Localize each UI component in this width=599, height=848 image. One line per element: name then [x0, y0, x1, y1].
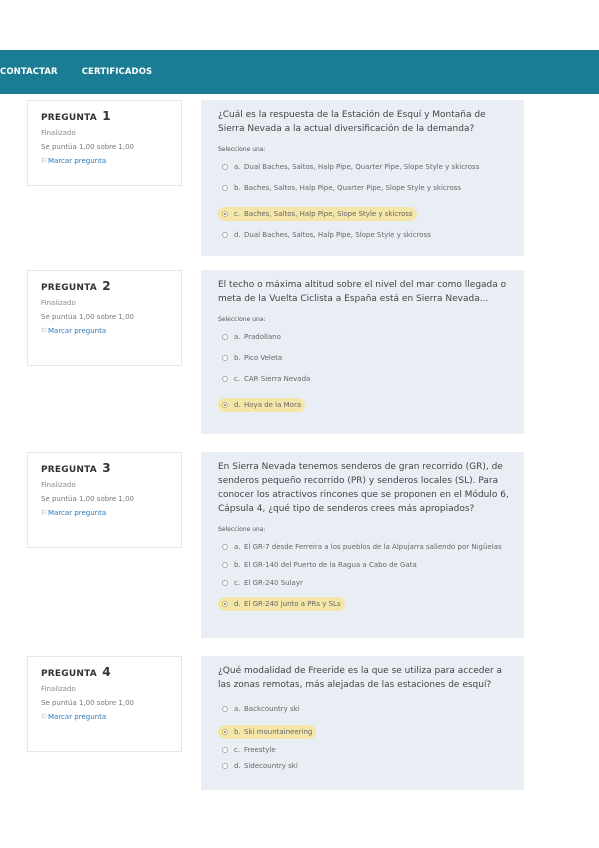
question-grade: Se puntúa 1,00 sobre 1,00 — [41, 143, 135, 151]
question-text: ¿Cuál es la respuesta de la Estación de … — [218, 110, 486, 134]
nav-certificates-link[interactable]: CERTIFICADOS — [82, 67, 153, 77]
radio-button[interactable] — [222, 232, 228, 238]
nav-contact-link[interactable]: CONTACTAR — [0, 67, 58, 77]
answer-option-d-selected[interactable]: d. Hoya de la Mora — [218, 398, 306, 412]
flag-question-link[interactable]: ⚐Marcar pregunta — [41, 157, 171, 165]
flag-icon: ⚐ — [41, 509, 48, 517]
answer-option-b[interactable]: b. El GR-140 del Puerto de la Ragua a Cab… — [218, 558, 510, 572]
question-grade: Se puntúa 1,00 sobre 1,00 — [41, 699, 135, 707]
flag-question-link[interactable]: ⚐Marcar pregunta — [41, 713, 171, 721]
question-info-3: PREGUNTA 3 Finalizado Se puntúa 1,00 sob… — [27, 452, 182, 548]
flag-question-link[interactable]: ⚐Marcar pregunta — [41, 509, 171, 517]
question-info-2: PREGUNTA 2 Finalizado Se puntúa 1,00 sob… — [27, 270, 182, 366]
radio-button[interactable] — [222, 185, 228, 191]
question-state: Finalizado — [41, 129, 76, 137]
question-title: PREGUNTA 4 — [41, 665, 111, 679]
question-title: PREGUNTA 3 — [41, 461, 111, 475]
answer-option-c[interactable]: c. El GR-240 Sulayr — [218, 576, 510, 590]
question-title: PREGUNTA 2 — [41, 279, 111, 293]
question-text: El techo o máxima altitud sobre el nivel… — [218, 280, 507, 304]
radio-button[interactable] — [222, 562, 228, 568]
select-prompt: Seleccione una: — [218, 316, 266, 323]
answer-option-a[interactable]: a. Pradollano — [218, 330, 510, 344]
radio-button-checked[interactable] — [222, 601, 228, 607]
flag-icon: ⚐ — [41, 327, 48, 335]
radio-button[interactable] — [222, 544, 228, 550]
question-content-2: El techo o máxima altitud sobre el nivel… — [201, 270, 524, 434]
radio-button[interactable] — [222, 580, 228, 586]
question-info-4: PREGUNTA 4 Finalizado Se puntúa 1,00 sob… — [27, 656, 182, 752]
question-state: Finalizado — [41, 481, 76, 489]
radio-button-checked[interactable] — [222, 211, 228, 217]
question-info-1: PREGUNTA 1 Finalizado Se puntúa 1,00 sob… — [27, 100, 182, 186]
answer-option-a[interactable]: a. Dual Baches, Saltos, Halp Pipe, Quarte… — [218, 160, 510, 174]
radio-button[interactable] — [222, 164, 228, 170]
question-text: ¿Qué modalidad de Freeride es la que se … — [218, 666, 503, 690]
answer-option-a[interactable]: a. El GR-7 desde Ferreira a los pueblos d… — [218, 540, 510, 554]
answer-option-c[interactable]: c. Freestyle — [218, 743, 510, 757]
radio-button[interactable] — [222, 376, 228, 382]
radio-button[interactable] — [222, 747, 228, 753]
question-grade: Se puntúa 1,00 sobre 1,00 — [41, 495, 135, 503]
question-title: PREGUNTA 1 — [41, 109, 111, 123]
question-content-1: ¿Cuál es la respuesta de la Estación de … — [201, 100, 524, 256]
radio-button[interactable] — [222, 334, 228, 340]
answer-option-d[interactable]: d. Dual Baches, Saltos, Halp Pipe, Slope … — [218, 228, 510, 242]
question-content-3: En Sierra Nevada tenemos senderos de gra… — [201, 452, 524, 638]
top-whitespace — [0, 0, 599, 50]
answer-option-b[interactable]: b. Baches, Saltos, Halp Pipe, Quarter Pip… — [218, 181, 510, 195]
flag-icon: ⚐ — [41, 157, 48, 165]
radio-button-checked[interactable] — [222, 729, 228, 735]
answer-option-c[interactable]: c. CAR Sierra Nevada — [218, 372, 510, 386]
flag-icon: ⚐ — [41, 713, 48, 721]
question-state: Finalizado — [41, 299, 76, 307]
flag-question-link[interactable]: ⚐Marcar pregunta — [41, 327, 171, 335]
radio-button[interactable] — [222, 706, 228, 712]
answer-option-d-selected[interactable]: d. El GR-240 junto a PRs y SLs — [218, 597, 345, 611]
question-grade: Se puntúa 1,00 sobre 1,00 — [41, 313, 135, 321]
answer-option-b[interactable]: b. Pico Veleta — [218, 351, 510, 365]
question-state: Finalizado — [41, 685, 76, 693]
answer-option-c-selected[interactable]: c. Baches, Saltos, Halp Pipe, Slope Style… — [218, 207, 417, 221]
question-content-4: ¿Qué modalidad de Freeride es la que se … — [201, 656, 524, 790]
answer-option-b-selected[interactable]: b. Ski mountaineering — [218, 725, 317, 739]
radio-button[interactable] — [222, 355, 228, 361]
top-navbar: CONTACTAR CERTIFICADOS — [0, 50, 599, 94]
select-prompt: Seleccione una: — [218, 526, 266, 533]
radio-button-checked[interactable] — [222, 402, 228, 408]
answer-option-d[interactable]: d. Sidecountry ski — [218, 759, 510, 773]
question-text: En Sierra Nevada tenemos senderos de gra… — [218, 462, 509, 514]
radio-button[interactable] — [222, 763, 228, 769]
answer-option-a[interactable]: a. Backcountry ski — [218, 702, 510, 716]
select-prompt: Seleccione una: — [218, 146, 266, 153]
